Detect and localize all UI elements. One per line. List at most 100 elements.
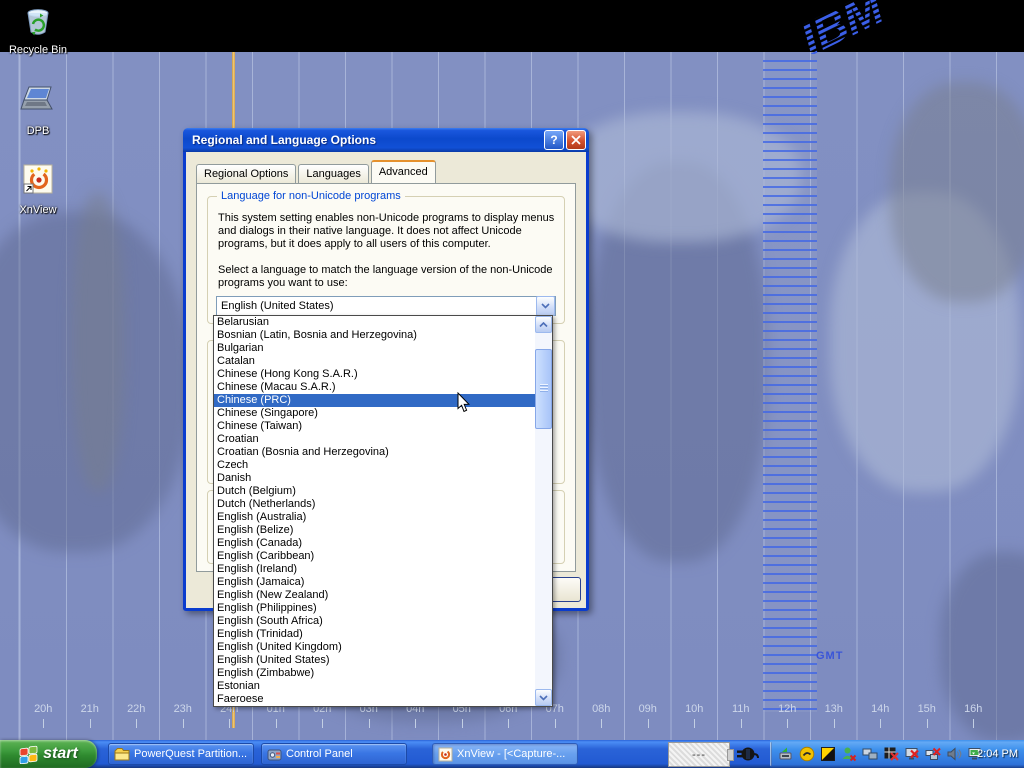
taskbar-button-powerquest[interactable]: PowerQuest Partition... xyxy=(108,743,254,765)
list-item[interactable]: Croatian xyxy=(214,433,536,446)
map-silhouette xyxy=(890,82,1024,302)
scrollbar-thumb[interactable] xyxy=(535,349,552,429)
system-tray: 2:04 PM xyxy=(770,740,1024,768)
mouse-cursor xyxy=(457,392,471,413)
tray-antivirus-icon[interactable] xyxy=(820,746,836,762)
hour-label: 14h xyxy=(857,703,904,715)
recycle-bin-icon xyxy=(21,5,55,37)
dialog-title: Regional and Language Options xyxy=(186,133,542,147)
hour-label: 21h xyxy=(67,703,114,715)
hour-label: 16h xyxy=(950,703,997,715)
scroll-up-button[interactable] xyxy=(535,316,552,333)
list-item[interactable]: English (Trinidad) xyxy=(214,628,536,641)
scroll-down-button[interactable] xyxy=(535,689,552,706)
tab-advanced[interactable]: Advanced xyxy=(371,160,436,183)
list-item[interactable]: Dutch (Netherlands) xyxy=(214,498,536,511)
hour-label: 23h xyxy=(160,703,207,715)
list-item[interactable]: Dutch (Belgium) xyxy=(214,485,536,498)
list-item[interactable]: Croatian (Bosnia and Herzegovina) xyxy=(214,446,536,459)
map-silhouette xyxy=(72,192,124,492)
list-item[interactable]: Czech xyxy=(214,459,536,472)
hour-label: 15h xyxy=(904,703,951,715)
chevron-down-icon xyxy=(539,695,548,701)
instruction-text: Select a language to match the language … xyxy=(218,264,563,290)
groupbox-title: Language for non-Unicode programs xyxy=(217,190,405,202)
close-button[interactable] xyxy=(566,130,586,150)
tray-volume-icon[interactable] xyxy=(946,746,962,762)
chevron-up-icon xyxy=(539,322,548,328)
list-item[interactable]: Bosnian (Latin, Bosnia and Herzegovina) xyxy=(214,329,536,342)
taskbar-button-label: XnView - [<Capture-... xyxy=(457,748,565,760)
taskbar-button-label: Control Panel xyxy=(286,748,353,760)
list-item[interactable]: English (Caribbean) xyxy=(214,550,536,563)
desktop-icon-recycle-bin[interactable]: Recycle Bin xyxy=(6,5,70,56)
desktop-icon-dpb[interactable]: DPB xyxy=(6,84,70,137)
folder-icon xyxy=(114,747,130,761)
list-item[interactable]: Estonian xyxy=(214,680,536,693)
help-button[interactable]: ? xyxy=(544,130,564,150)
hour-label: 08h xyxy=(578,703,625,715)
list-item[interactable]: English (Canada) xyxy=(214,537,536,550)
list-item[interactable]: Chinese (Hong Kong S.A.R.) xyxy=(214,368,536,381)
timezone-hatch-band xyxy=(763,60,817,712)
list-item[interactable]: English (Belize) xyxy=(214,524,536,537)
laptop-icon xyxy=(19,84,57,118)
list-item[interactable]: English (Australia) xyxy=(214,511,536,524)
tray-network-disconnected-icon[interactable] xyxy=(925,746,941,762)
hour-label: 20h xyxy=(20,703,67,715)
list-item[interactable]: Chinese (Macau S.A.R.) xyxy=(214,381,536,394)
list-item[interactable]: Chinese (Singapore) xyxy=(214,407,536,420)
icon-label: DPB xyxy=(6,125,70,137)
taskbar-clock[interactable]: 2:04 PM xyxy=(977,740,1018,768)
list-item[interactable]: English (New Zealand) xyxy=(214,589,536,602)
tab-strip: Regional Options Languages Advanced xyxy=(196,163,438,183)
tray-network-computers-icon[interactable] xyxy=(862,746,878,762)
description-text: This system setting enables non-Unicode … xyxy=(218,212,563,251)
list-item[interactable]: Bulgarian xyxy=(214,342,536,355)
tray-messenger-offline-icon[interactable] xyxy=(841,746,857,762)
desktop-icon-xnview[interactable]: XnView xyxy=(6,163,70,216)
hour-label: 09h xyxy=(625,703,672,715)
list-item[interactable]: English (United States) xyxy=(214,654,536,667)
taskbar-button-label: PowerQuest Partition... xyxy=(134,748,247,760)
tray-removable-device-icon[interactable] xyxy=(778,746,794,762)
list-item[interactable]: English (Philippines) xyxy=(214,602,536,615)
language-combobox[interactable]: English (United States) xyxy=(216,296,556,316)
icon-label: Recycle Bin xyxy=(6,44,70,56)
start-button[interactable]: start xyxy=(0,740,97,768)
list-item[interactable]: English (Zimbabwe) xyxy=(214,667,536,680)
list-item[interactable]: English (Jamaica) xyxy=(214,576,536,589)
list-item[interactable]: English (United Kingdom) xyxy=(214,641,536,654)
list-item[interactable]: English (Ireland) xyxy=(214,563,536,576)
taskbar-button-xnview[interactable]: XnView - [<Capture-... xyxy=(432,743,578,765)
tray-telephony-icon[interactable] xyxy=(799,746,815,762)
dialog-titlebar[interactable]: Regional and Language Options ? xyxy=(183,128,589,152)
tab-languages[interactable]: Languages xyxy=(298,164,368,183)
taskbar-button-control-panel[interactable]: Control Panel xyxy=(261,743,407,765)
list-item[interactable]: Faeroese xyxy=(214,693,536,706)
hour-label: 11h xyxy=(718,703,765,715)
desktop-screen: GMT 20h 21h 22h 23h 24h 01h 02h 03h 04h … xyxy=(0,0,1024,768)
ibm-logo-text: IBM xyxy=(792,0,892,54)
tray-blocked-task-icon[interactable] xyxy=(883,746,899,762)
list-item[interactable]: Chinese (Taiwan) xyxy=(214,420,536,433)
list-scrollbar[interactable] xyxy=(535,316,552,706)
tray-display-error-icon[interactable] xyxy=(904,746,920,762)
gmt-label: GMT xyxy=(816,650,843,662)
list-item[interactable]: Danish xyxy=(214,472,536,485)
chevron-down-icon xyxy=(541,303,550,309)
combobox-dropdown-button[interactable] xyxy=(536,296,555,316)
power-plug-icon[interactable] xyxy=(737,745,759,763)
list-item[interactable]: Catalan xyxy=(214,355,536,368)
battery-meter-band[interactable]: --- xyxy=(668,742,730,767)
tab-regional-options[interactable]: Regional Options xyxy=(196,164,296,183)
start-label: start xyxy=(43,745,78,763)
ibm-logo: IBM xyxy=(746,0,946,54)
xnview-small-icon xyxy=(438,747,453,762)
list-item-selected[interactable]: Chinese (PRC) xyxy=(214,394,536,407)
hour-label: 10h xyxy=(671,703,718,715)
list-item[interactable]: Belarusian xyxy=(214,316,536,329)
combobox-value: English (United States) xyxy=(217,300,536,312)
hour-label: 13h xyxy=(811,703,858,715)
list-item[interactable]: English (South Africa) xyxy=(214,615,536,628)
